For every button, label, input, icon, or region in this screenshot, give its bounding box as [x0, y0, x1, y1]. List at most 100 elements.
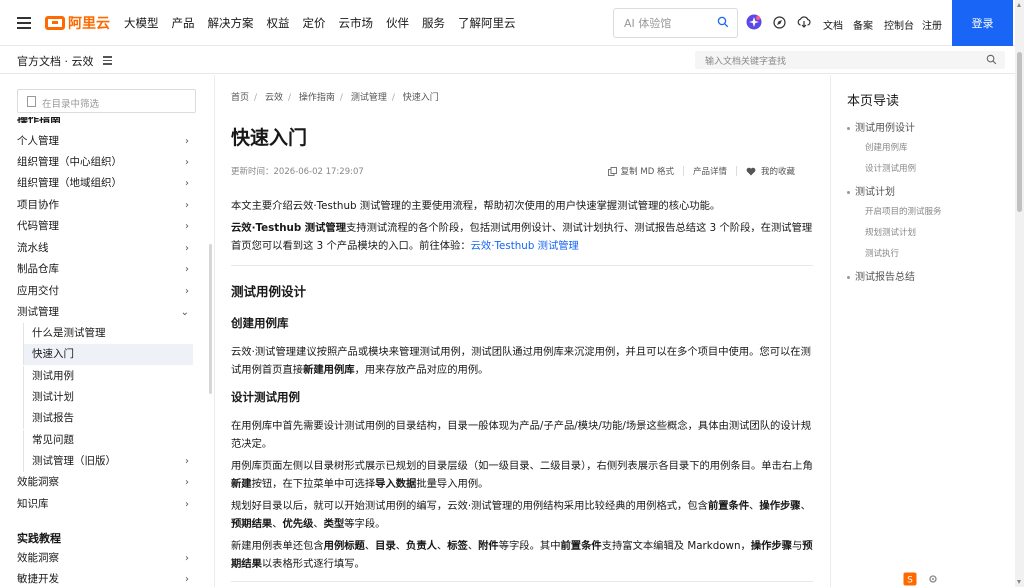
ai-search-placeholder: AI 体验馆 — [624, 17, 672, 30]
nav-link-console[interactable]: 控制台 — [884, 17, 914, 32]
bold-text: 导入数据 — [375, 478, 417, 490]
sidebar-child-item[interactable]: 常见问题 — [23, 430, 193, 451]
toc-subitem[interactable]: 设计测试用例 — [865, 162, 916, 174]
sidebar-item[interactable]: 效能洞察 › — [17, 548, 193, 569]
paragraph: 用例库页面左侧以目录树形式展示已规划的目录层级（如一级目录、二级目录），右侧列表… — [231, 457, 813, 493]
sidebar-child-item[interactable]: 什么是测试管理 — [23, 323, 193, 344]
sidebar-item[interactable]: 项目协作 › — [17, 195, 193, 216]
sidebar-scrollbar[interactable] — [209, 244, 212, 394]
breadcrumb-separator-icon: / — [254, 93, 258, 103]
nav-item-partners[interactable]: 伙伴 — [386, 15, 409, 31]
sidebar-item[interactable]: 效能洞察 › — [17, 472, 193, 493]
toc-item[interactable]: 测试报告总结 — [847, 268, 915, 283]
nav-link-beian[interactable]: 备案 — [853, 17, 873, 32]
nav-item-about[interactable]: 了解阿里云 — [458, 15, 516, 31]
chevron-right-icon: › — [185, 136, 189, 147]
nav-item-marketplace[interactable]: 云市场 — [339, 15, 374, 31]
nav-item-llm[interactable]: 大模型 — [124, 15, 159, 31]
text: 以表格形式逐行填写。 — [261, 558, 365, 570]
scroll-up-icon[interactable] — [1017, 3, 1021, 7]
chevron-right-icon: › — [185, 574, 189, 585]
scroll-down-icon[interactable] — [1017, 580, 1021, 584]
subsection-heading-create-library: 创建用例库 — [231, 316, 289, 330]
sidebar-item-label: 效能洞察 — [17, 552, 59, 564]
toc-item[interactable]: 测试用例设计 — [847, 119, 915, 134]
login-button[interactable]: 登录 — [952, 0, 1013, 46]
sidebar-item[interactable]: 代码管理 › — [17, 216, 193, 237]
nav-item-benefits[interactable]: 权益 — [267, 15, 290, 31]
sidebar-item[interactable]: 个人管理 › — [17, 131, 193, 152]
section-heading-case-design: 测试用例设计 — [231, 284, 307, 299]
sidebar-item[interactable]: 知识库 › — [17, 494, 193, 515]
search-icon[interactable] — [717, 16, 729, 28]
text: 新建用例表单还包含 — [231, 540, 324, 552]
toc-subitem[interactable]: 开启项目的测试服务 — [865, 205, 942, 217]
sidebar-child-item[interactable]: 测试计划 — [23, 387, 193, 408]
toc-subitem[interactable]: 规划测试计划 — [865, 226, 916, 238]
nav-item-services[interactable]: 服务 — [422, 15, 445, 31]
nav-item-solutions[interactable]: 解决方案 — [208, 15, 254, 31]
sidebar-item-test-management[interactable]: 测试管理 ⌄ — [17, 302, 193, 323]
sidebar-item[interactable]: 应用交付 › — [17, 281, 193, 302]
sidebar-item-label: 常见问题 — [32, 434, 74, 446]
doc-search-input[interactable]: 输入文档关键字查找 — [695, 51, 1005, 69]
divider — [682, 166, 684, 176]
input-method-icon[interactable]: S — [903, 572, 917, 586]
toc-subitem[interactable]: 测试执行 — [865, 247, 899, 259]
compass-icon[interactable] — [771, 14, 787, 30]
directory-filter-input[interactable]: 在目录中筛选 — [17, 89, 196, 113]
copy-icon — [607, 166, 617, 176]
sidebar-item[interactable]: 制品仓库 › — [17, 259, 193, 280]
breadcrumb-item[interactable]: 首页 — [231, 93, 249, 103]
breadcrumb-item[interactable]: 云效 — [265, 93, 283, 103]
cloud-download-icon[interactable] — [796, 14, 812, 30]
ai-assistant-icon[interactable] — [746, 14, 762, 30]
nav-item-pricing[interactable]: 定价 — [303, 15, 326, 31]
breadcrumb-item[interactable]: 测试管理 — [351, 93, 387, 103]
text: 、 — [395, 540, 407, 552]
sidebar-child-item[interactable]: 测试报告 — [23, 408, 193, 429]
sidebar-child-item[interactable]: 测试管理（旧版） › — [23, 451, 193, 472]
testhub-link[interactable]: 云效·Testhub 测试管理 — [471, 240, 579, 252]
chevron-right-icon: › — [185, 200, 189, 211]
page-scrollbar[interactable] — [1015, 0, 1024, 587]
floating-toolbar: S — [903, 570, 943, 587]
nav-link-register[interactable]: 注册 — [922, 17, 942, 32]
settings-icon[interactable] — [928, 574, 938, 584]
nav-item-products[interactable]: 产品 — [172, 15, 195, 31]
ai-search-box[interactable]: AI 体验馆 — [613, 8, 738, 38]
sidebar-item[interactable]: 组织管理（地域组织） › — [17, 173, 193, 194]
sidebar-child-item[interactable]: 测试用例 — [23, 366, 193, 387]
sidebar-child-item-active[interactable]: 快速入门 — [23, 344, 193, 365]
toc-item[interactable]: 测试计划 — [847, 183, 895, 198]
menu-icon[interactable] — [17, 14, 31, 32]
bold-text: 附件 — [478, 540, 499, 552]
chevron-down-icon: ⌄ — [180, 307, 189, 318]
nav-link-docs[interactable]: 文档 — [823, 17, 843, 32]
paragraph: 规划好目录以后，就可以开始测试用例的编写，云效·测试管理的用例结构采用比较经典的… — [231, 497, 813, 533]
sidebar-item[interactable]: 流水线 › — [17, 238, 193, 259]
product-detail-link[interactable]: 产品详情 — [693, 165, 727, 177]
chevron-right-icon: › — [185, 264, 189, 275]
text: 、 — [364, 540, 376, 552]
scrollbar-thumb[interactable] — [1017, 52, 1022, 212]
sidebar-item-label: 代码管理 — [17, 220, 59, 232]
bold-text: 前置条件 — [707, 500, 750, 512]
directory-toggle-icon[interactable] — [103, 56, 112, 67]
copy-md-button[interactable]: 复制 MD 格式 — [621, 165, 674, 177]
svg-text:S: S — [907, 575, 913, 585]
bold-text: 标签 — [447, 540, 468, 552]
toc-item-label: 测试计划 — [855, 187, 895, 198]
breadcrumb-item[interactable]: 操作指南 — [299, 93, 335, 103]
aliyun-logo[interactable]: 阿里云 — [45, 13, 110, 33]
sidebar-item[interactable]: 敏捷开发 › — [17, 569, 193, 587]
bold-text: 目录 — [375, 540, 396, 552]
sidebar-item[interactable]: 组织管理（中心组织） › — [17, 152, 193, 173]
toc-subitem[interactable]: 创建用例库 — [865, 141, 908, 153]
bullet-icon — [847, 275, 850, 279]
favorite-button[interactable]: 我的收藏 — [761, 165, 795, 177]
bold-text: 优先级 — [282, 518, 314, 530]
doc-product-crumb[interactable]: 官方文档 · 云效 — [17, 53, 94, 69]
text: ，用来存放产品对应的用例。 — [354, 364, 489, 376]
search-icon[interactable] — [986, 54, 997, 65]
